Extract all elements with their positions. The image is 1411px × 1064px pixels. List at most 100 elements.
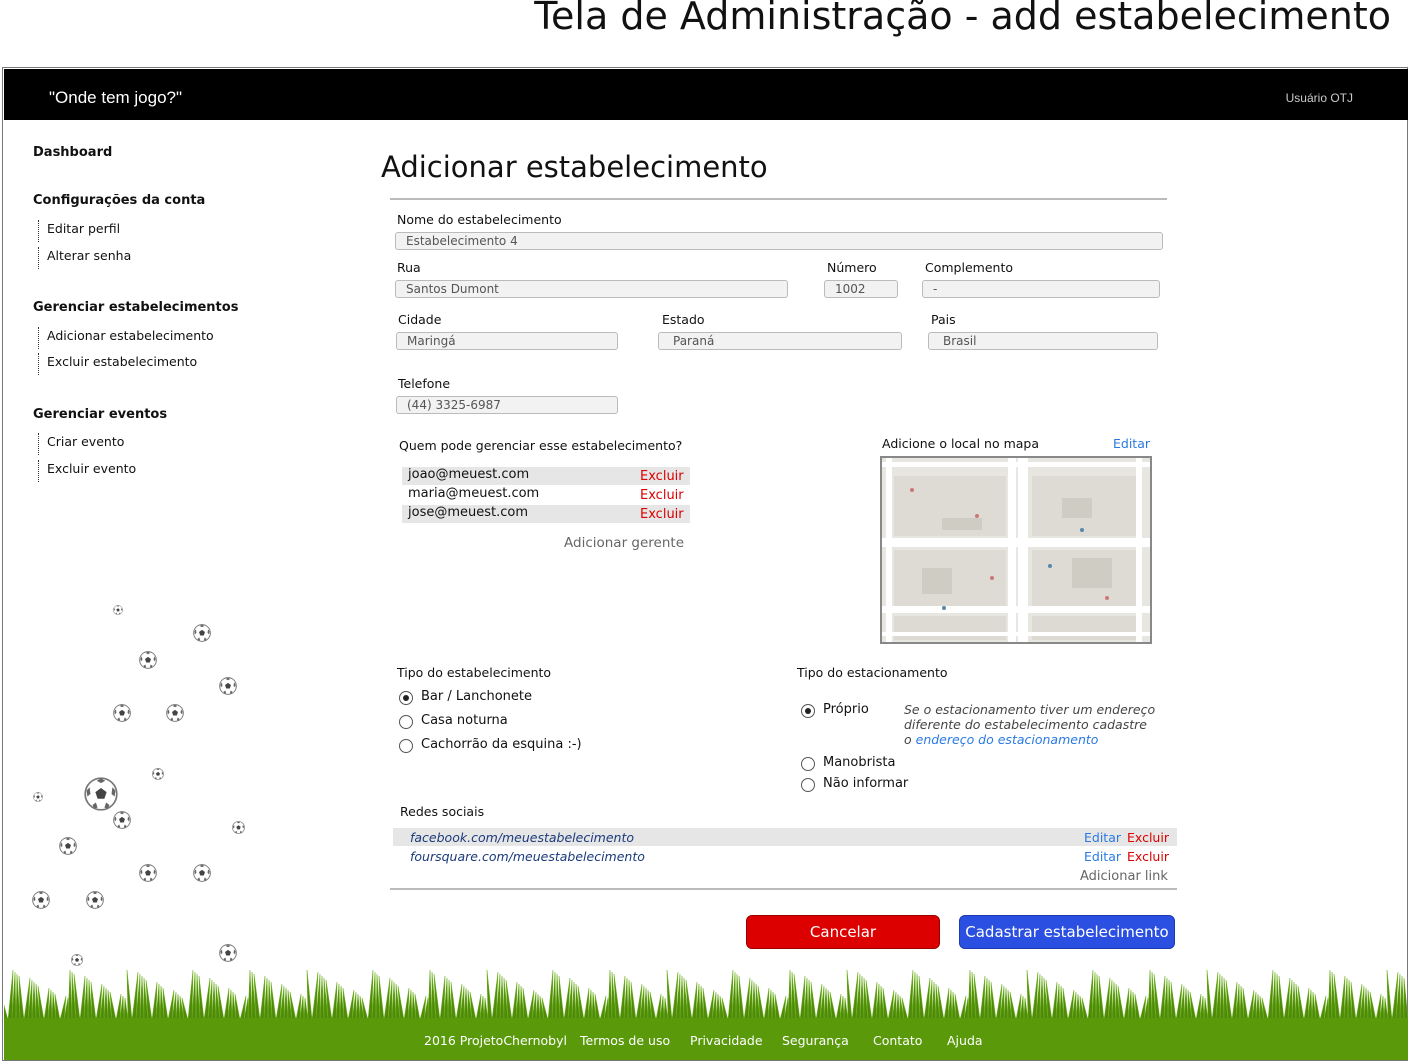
radio-label: Casa noturna	[421, 713, 508, 728]
footer-link-contato[interactable]: Contato	[873, 1033, 922, 1048]
soccer-ball-icon	[193, 864, 211, 882]
numero-input[interactable]	[824, 280, 898, 298]
sidebar-section-eventos: Gerenciar eventos	[33, 407, 168, 422]
editar-mapa-link[interactable]: Editar	[1113, 436, 1150, 451]
rede-url[interactable]: facebook.com/meuestabelecimento	[410, 830, 634, 845]
complemento-input[interactable]	[922, 280, 1160, 298]
footer-copyright: 2016 ProjetoChernobyl	[424, 1033, 567, 1048]
mockup-title: Tela de Administração - add estabelecime…	[534, 0, 1391, 38]
soccer-ball-icon	[113, 811, 131, 829]
cancel-button[interactable]: Cancelar	[746, 915, 940, 949]
footer-link-seguranca[interactable]: Segurança	[782, 1033, 849, 1048]
telefone-label: Telefone	[398, 376, 451, 391]
top-bar	[4, 69, 1408, 120]
endereco-estacionamento-link[interactable]: endereço do estacionamento	[916, 732, 1099, 747]
editar-rede-link[interactable]: Editar	[1084, 849, 1121, 864]
radio-label: Manobrista	[823, 755, 896, 770]
grass-blades	[4, 969, 1408, 1020]
estacionamento-note: Se o estacionamento tiver um endereço di…	[904, 702, 1155, 747]
soccer-ball-icon	[193, 624, 211, 642]
radio-bar-lanchonete[interactable]	[399, 691, 413, 705]
note-prefix: o	[904, 732, 916, 747]
adicionar-gerente-link[interactable]: Adicionar gerente	[564, 535, 684, 551]
radio-cachorrao[interactable]	[399, 739, 413, 753]
soccer-ball-icon	[113, 704, 131, 722]
soccer-ball-icon	[166, 704, 184, 722]
radio-label: Não informar	[823, 776, 909, 791]
gerente-row: maria@meuest.com Excluir	[402, 486, 690, 504]
radio-casa-noturna[interactable]	[399, 715, 413, 729]
nome-input[interactable]	[395, 232, 1163, 250]
cidade-label: Cidade	[398, 312, 442, 327]
note-line: diferente do estabelecimento cadastre	[904, 717, 1147, 732]
brand-logo[interactable]: "Onde tem jogo?"	[49, 88, 182, 108]
redes-sociais-label: Redes sociais	[400, 804, 485, 819]
rua-input[interactable]	[395, 280, 788, 298]
soccer-ball-icon	[152, 768, 164, 780]
radio-label: Bar / Lanchonete	[421, 689, 532, 704]
adicionar-link[interactable]: Adicionar link	[1080, 869, 1168, 884]
radio-manobrista[interactable]	[801, 757, 815, 771]
note-line: o endereço do estacionamento	[904, 732, 1155, 747]
title-divider	[390, 198, 1167, 200]
rua-label: Rua	[397, 260, 421, 275]
footer-link-termos[interactable]: Termos de uso	[580, 1033, 670, 1048]
submit-button[interactable]: Cadastrar estabelecimento	[959, 915, 1175, 949]
page-title: Adicionar estabelecimento	[381, 150, 768, 184]
excluir-gerente-link[interactable]: Excluir	[640, 469, 684, 484]
sidebar-section-conta: Configurações da conta	[33, 193, 206, 208]
map-streets-graphic	[882, 458, 1150, 642]
soccer-ball-icon	[113, 605, 123, 615]
user-menu[interactable]: Usuário OTJ	[1286, 91, 1353, 105]
pais-label: Pais	[931, 312, 956, 327]
soccer-ball-icon	[139, 651, 157, 669]
soccer-ball-icon	[59, 837, 77, 855]
radio-label: Próprio	[823, 702, 869, 717]
tipo-estacionamento-label: Tipo do estacionamento	[797, 665, 948, 680]
excluir-gerente-link[interactable]: Excluir	[640, 488, 684, 503]
cidade-input[interactable]	[396, 332, 618, 350]
radio-proprio[interactable]	[801, 704, 815, 718]
sidebar-item-alterar-senha[interactable]: Alterar senha	[38, 247, 131, 269]
soccer-ball-icon	[86, 891, 104, 909]
gerente-row: joao@meuest.com Excluir	[402, 467, 690, 485]
radio-nao-informar[interactable]	[801, 778, 815, 792]
numero-label: Número	[827, 260, 877, 275]
tipo-estabelecimento-label: Tipo do estabelecimento	[397, 665, 552, 680]
radio-label: Cachorrão da esquina :-)	[421, 737, 582, 752]
sidebar-item-adicionar-estabelecimento[interactable]: Adicionar estabelecimento	[38, 327, 214, 349]
excluir-rede-link[interactable]: Excluir	[1127, 830, 1169, 845]
sidebar-item-criar-evento[interactable]: Criar evento	[38, 433, 124, 455]
pais-input[interactable]	[928, 332, 1158, 350]
complemento-label: Complemento	[925, 260, 1013, 275]
soccer-ball-icon	[219, 677, 237, 695]
soccer-ball-icon	[231, 820, 245, 834]
gerente-email: maria@meuest.com	[408, 486, 540, 501]
footer-link-privacidade[interactable]: Privacidade	[690, 1033, 763, 1048]
sidebar-item-editar-perfil[interactable]: Editar perfil	[38, 220, 120, 242]
soccer-ball-icon	[32, 891, 50, 909]
mapa-label: Adicione o local no mapa	[882, 436, 1040, 451]
telefone-input[interactable]	[396, 396, 618, 414]
excluir-rede-link[interactable]: Excluir	[1127, 849, 1169, 864]
rede-url[interactable]: foursquare.com/meuestabelecimento	[410, 849, 645, 864]
soccer-ball-icon	[84, 777, 118, 811]
note-line: Se o estacionamento tiver um endereço	[904, 702, 1156, 717]
form-divider	[390, 888, 1177, 890]
sidebar-dashboard[interactable]: Dashboard	[33, 145, 112, 160]
soccer-ball-icon	[139, 864, 157, 882]
excluir-gerente-link[interactable]: Excluir	[640, 507, 684, 522]
map-view[interactable]	[880, 456, 1152, 644]
gerente-email: jose@meuest.com	[408, 505, 529, 520]
sidebar-item-excluir-evento[interactable]: Excluir evento	[38, 460, 136, 482]
browser-frame	[2, 67, 1408, 1061]
gerente-row: jose@meuest.com Excluir	[402, 505, 690, 523]
sidebar-item-excluir-estabelecimento[interactable]: Excluir estabelecimento	[38, 353, 197, 375]
soccer-ball-icon	[33, 792, 43, 802]
gerentes-label: Quem pode gerenciar esse estabelecimento…	[399, 438, 683, 453]
grass-decoration	[4, 969, 1408, 1020]
sidebar-section-estabelecimentos: Gerenciar estabelecimentos	[33, 300, 239, 315]
editar-rede-link[interactable]: Editar	[1084, 830, 1121, 845]
footer-link-ajuda[interactable]: Ajuda	[947, 1033, 983, 1048]
estado-input[interactable]	[658, 332, 902, 350]
